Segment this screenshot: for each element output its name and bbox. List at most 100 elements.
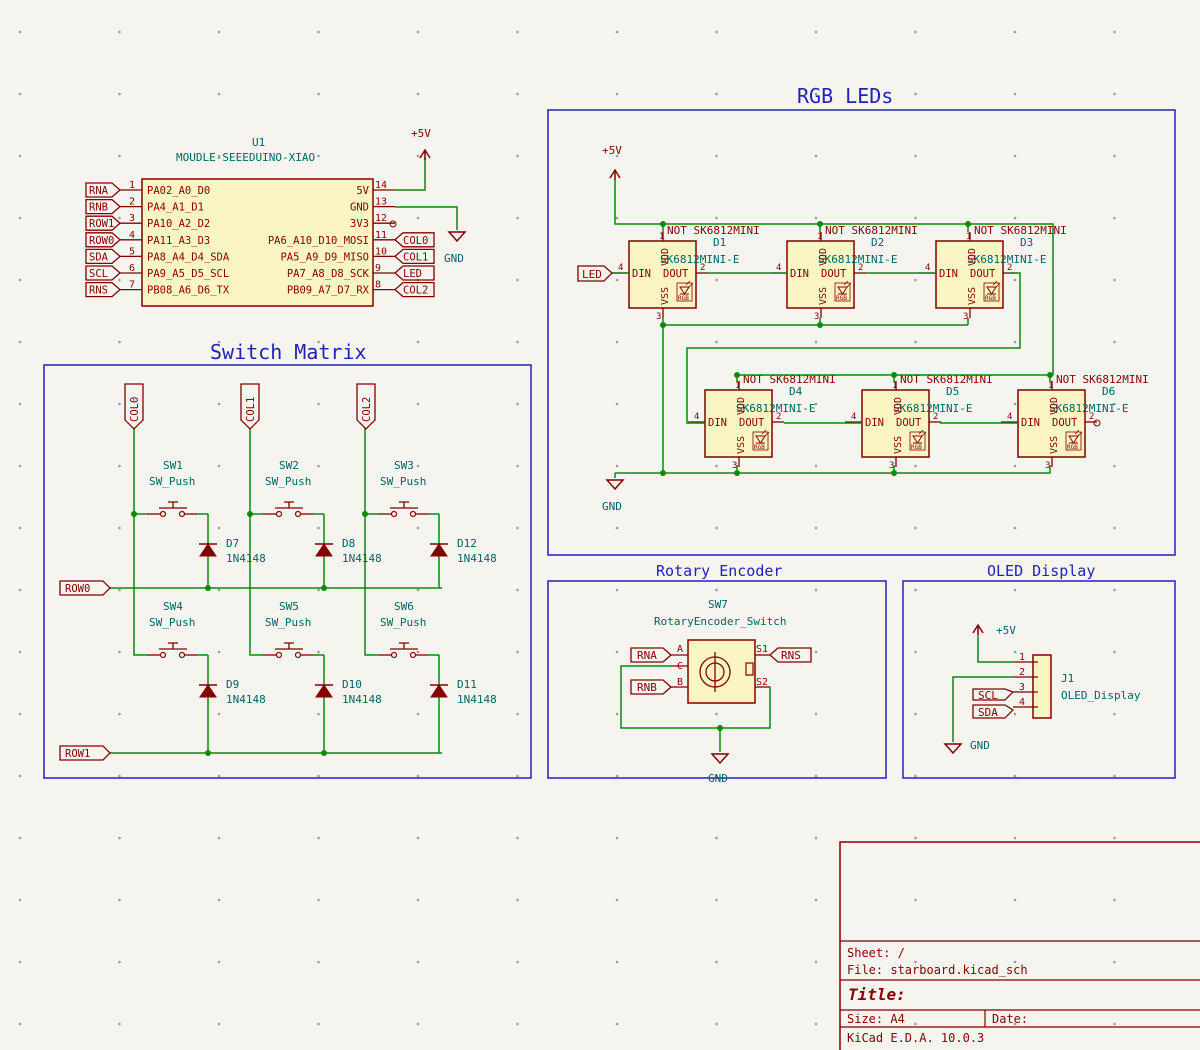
led-pin-vdd: VDD (660, 248, 671, 266)
led-pin-din: DIN (708, 417, 727, 429)
led-pin-din: DIN (1021, 417, 1040, 429)
sw7-body (687, 639, 756, 704)
net-label-text: COL0 (403, 235, 428, 247)
led-pin-num: 2 (933, 412, 938, 422)
rotary-encoder-title: Rotary Encoder (656, 562, 782, 580)
led-pin-vdd: VDD (736, 397, 747, 415)
j1-pin-4: 4 (1019, 697, 1025, 708)
u1-pin-num: 5 (129, 246, 135, 257)
switch-ref: SW2 (279, 459, 299, 472)
diode-ref: D9 (226, 678, 239, 691)
switch-value: SW_Push (380, 616, 426, 629)
led-pin-num: 4 (925, 263, 930, 273)
switch-value: SW_Push (265, 475, 311, 488)
led-pin-num: 1 (966, 232, 971, 242)
diode-value: 1N4148 (457, 552, 497, 565)
tb-tool: KiCad E.D.A. 10.0.3 (847, 1031, 984, 1045)
led-rgb-text: RGB (678, 295, 689, 302)
led-pin-dout: DOUT (739, 417, 765, 429)
j1-value: OLED_Display (1061, 689, 1141, 702)
led-pin-din: DIN (632, 268, 651, 280)
u1-pin-num: 14 (375, 180, 387, 191)
led-pin-vdd: VDD (1049, 397, 1060, 415)
switch-matrix-title: Switch Matrix (210, 340, 367, 364)
diode-value: 1N4148 (226, 693, 266, 706)
u1-pin-name: 5V (356, 185, 369, 197)
sw7-pin-s1: S1 (756, 644, 768, 655)
led-pin-num: 1 (735, 381, 740, 391)
switch-ref: SW1 (163, 459, 183, 472)
u1-pin-num: 2 (129, 197, 135, 208)
sw7-pin-a: A (677, 644, 683, 655)
svg-text:RNS: RNS (781, 649, 801, 662)
j1-pin-1: 1 (1019, 652, 1025, 663)
u1-pin-num: 4 (129, 230, 135, 241)
net-label-text: COL1 (403, 251, 428, 263)
led-pin-vss: VSS (967, 287, 978, 305)
led-pin-vss: VSS (660, 287, 671, 305)
led-pin-din: DIN (865, 417, 884, 429)
u1-5v-label: +5V (411, 127, 431, 140)
u1-pin-name: PA9_A5_D5_SCL (147, 268, 229, 280)
u1-pin-name: PA10_A2_D2 (147, 218, 210, 230)
u1-value: MOUDLE-SEEEDUINO-XIAO (176, 151, 315, 164)
led-rgb-text: RGB (836, 295, 847, 302)
led-rgb-text: RGB (985, 295, 996, 302)
oled-gnd-label: GND (970, 739, 990, 752)
led-pin-num: 4 (618, 263, 623, 273)
tb-size: Size: A4 (847, 1012, 905, 1026)
encoder-gnd-label: GND (708, 772, 728, 785)
svg-text:RNA: RNA (637, 649, 657, 662)
led-pin-din: DIN (790, 268, 809, 280)
u1-pin-name: PA5_A9_D9_MISO (280, 251, 369, 263)
net-label-text: ROW1 (89, 218, 114, 230)
diode-value: 1N4148 (226, 552, 266, 565)
led-pin-vdd: VDD (967, 248, 978, 266)
u1-pin-name: PB08_A6_D6_TX (147, 285, 230, 297)
u1-pin-num: 7 (129, 280, 135, 291)
svg-text:LED: LED (582, 268, 602, 281)
sw7-ref: SW7 (708, 598, 728, 611)
u1-pin-num: 13 (375, 197, 387, 208)
led-pin-num: 1 (659, 232, 664, 242)
led-pin-dout: DOUT (663, 268, 689, 280)
led-pin-num: 4 (694, 412, 699, 422)
diode-value: 1N4148 (342, 552, 382, 565)
led-rgb-text: RGB (754, 444, 765, 451)
switch-value: SW_Push (380, 475, 426, 488)
net-label-text: ROW0 (89, 235, 114, 247)
led-pin-num: 3 (656, 312, 661, 322)
u1-pin-name: PA4_A1_D1 (147, 202, 204, 214)
sw7-pin-c: C (677, 661, 683, 672)
u1-pin-num: 1 (129, 180, 135, 191)
oled-display-title: OLED Display (987, 562, 1095, 580)
led-pin-vdd: VDD (893, 397, 904, 415)
u1-pin-num: 9 (375, 263, 381, 274)
tb-title: Title: (848, 985, 906, 1004)
diode-ref: D12 (457, 537, 477, 550)
switch-ref: SW5 (279, 600, 299, 613)
led-pin-vss: VSS (893, 436, 904, 454)
row-label-text: ROW0 (65, 583, 90, 595)
rgb-leds-title: RGB LEDs (797, 84, 893, 108)
schematic-canvas[interactable]: RGB LEDs Switch Matrix Rotary Encoder OL… (0, 0, 1200, 1050)
led-pin-vss: VSS (818, 287, 829, 305)
net-label-text: RNA (89, 185, 109, 197)
led-pin-num: 4 (851, 412, 856, 422)
u1-pin-name: PA6_A10_D10_MOSI (268, 235, 369, 247)
switch-value: SW_Push (265, 616, 311, 629)
led-pin-vss: VSS (1049, 436, 1060, 454)
u1-pin-num: 12 (375, 213, 387, 224)
led-pin-num: 4 (1007, 412, 1012, 422)
led-pin-num: 1 (892, 381, 897, 391)
led-rgb-text: RGB (1067, 444, 1078, 451)
j1-pin-3: 3 (1019, 682, 1025, 693)
led-pin-vss: VSS (736, 436, 747, 454)
col-label-text: COL2 (361, 397, 373, 422)
switch-value: SW_Push (149, 616, 195, 629)
led-ref: D3 (1020, 236, 1033, 249)
j1-body (1032, 654, 1052, 719)
led-pin-num: 2 (1007, 263, 1012, 273)
diode-ref: D8 (342, 537, 355, 550)
u1-pin-num: 11 (375, 230, 387, 241)
